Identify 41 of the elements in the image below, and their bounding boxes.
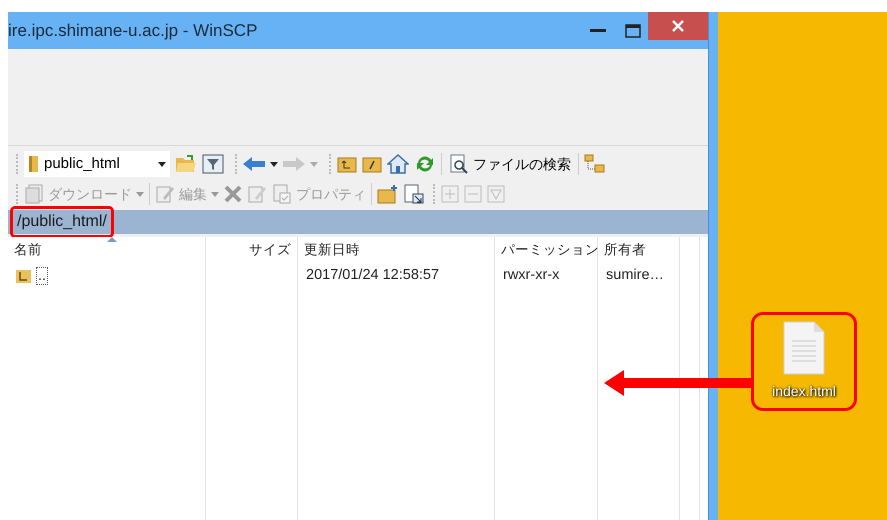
close-button[interactable] (648, 12, 708, 40)
sort-arrow-icon (106, 237, 116, 242)
caret-icon (158, 162, 166, 166)
column-header[interactable]: 名前 (8, 237, 206, 263)
root-folder-icon[interactable] (362, 155, 382, 173)
shortcut-icon[interactable] (404, 184, 424, 204)
column-header[interactable]: パーミッション (495, 237, 598, 263)
parent-folder-icon (16, 268, 32, 284)
delete-icon[interactable] (224, 185, 242, 203)
location-dropdown[interactable]: public_html (24, 151, 170, 177)
folder-icon (28, 155, 40, 173)
maximize-icon (625, 24, 641, 38)
pencil-icon (155, 184, 175, 204)
open-folder-icon[interactable] (175, 155, 197, 173)
caret-icon[interactable] (270, 162, 278, 166)
modified-date: 2017/01/24 12:58:57 (306, 266, 440, 286)
owner: sumire… (606, 266, 664, 286)
document-icon (782, 321, 826, 375)
find-files-button[interactable]: ファイルの検索 (447, 151, 573, 177)
filter-icon[interactable] (202, 154, 224, 174)
tree-icon[interactable] (584, 154, 606, 174)
refresh-icon[interactable] (414, 154, 436, 174)
home-icon[interactable] (387, 154, 409, 174)
document-check-icon (272, 184, 292, 204)
search-icon (449, 154, 469, 174)
parent-folder-icon[interactable] (337, 155, 357, 173)
back-arrow-icon[interactable] (243, 157, 265, 171)
rename-icon[interactable] (247, 184, 267, 204)
file-row[interactable]: .. 2017/01/24 12:58:57 rwxr-xr-x sumire… (8, 263, 708, 289)
minimize-icon (590, 28, 606, 32)
new-folder-icon[interactable] (377, 184, 399, 204)
file-name[interactable]: .. (36, 267, 48, 285)
close-icon (672, 20, 684, 32)
caret-icon (136, 192, 144, 196)
permissions: rwxr-xr-x (503, 266, 560, 286)
column-header[interactable]: 所有者 (598, 237, 680, 263)
window-title: ire.ipc.shimane-u.ac.jp - WinSCP (8, 20, 258, 42)
document-stack-icon (24, 184, 44, 204)
caret-icon (211, 192, 219, 196)
column-header[interactable]: 更新日時 (298, 237, 495, 263)
column-header[interactable]: サイズ (206, 237, 298, 263)
